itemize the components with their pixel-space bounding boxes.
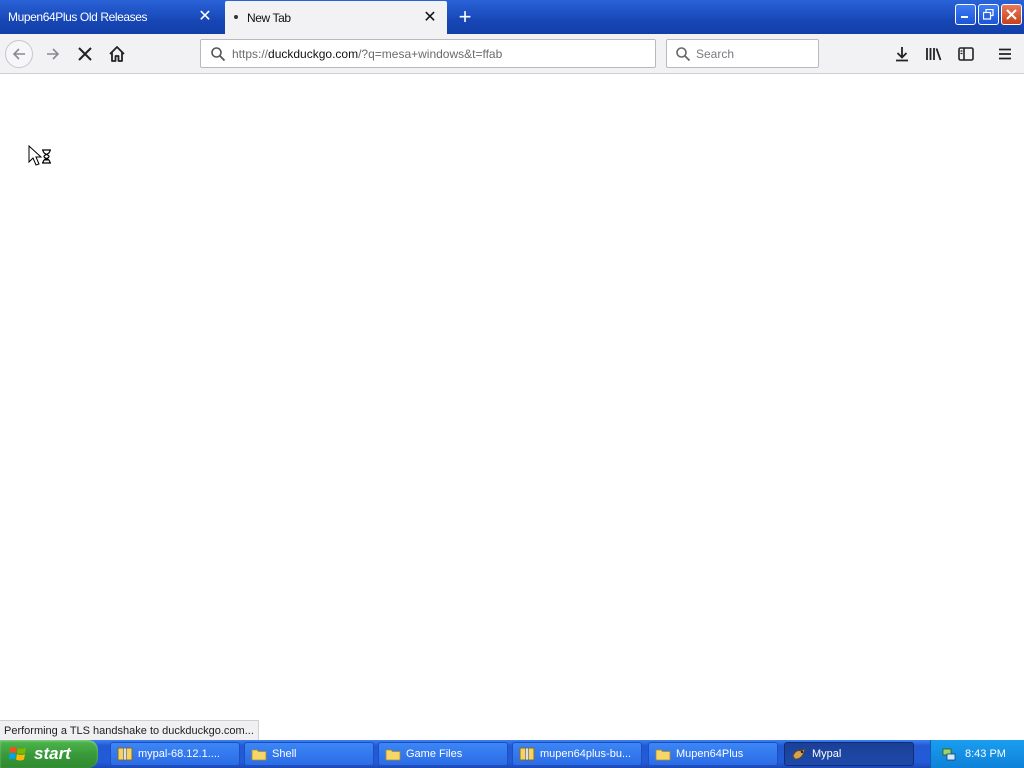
archive-icon (519, 747, 535, 761)
download-icon (896, 47, 908, 62)
close-window-button[interactable] (1001, 4, 1022, 25)
back-button[interactable] (5, 40, 33, 68)
close-tab-icon[interactable]: ✕ (419, 7, 441, 29)
arrow-right-icon (47, 48, 60, 60)
url-text[interactable]: https://duckduckgo.com/?q=mesa+windows&t… (232, 47, 502, 61)
url-path: /?q=mesa+windows&t=ffab (358, 46, 503, 61)
close-icon (1006, 9, 1017, 20)
taskbar-item-mypal-archive[interactable]: mypal-68.12.1.... (110, 742, 240, 766)
tab-mupen64plus-old-releases[interactable]: Mupen64Plus Old Releases ✕ (0, 2, 222, 32)
taskbar-item-label: Shell (272, 748, 297, 760)
system-tray: 8:43 PM (930, 740, 1024, 768)
search-icon (204, 40, 232, 68)
new-tab-button[interactable]: + (452, 4, 478, 30)
home-icon (109, 46, 125, 62)
minimize-button[interactable] (955, 4, 976, 25)
network-icon[interactable] (941, 746, 957, 762)
sidebar-toggle-button[interactable] (952, 40, 980, 68)
tab-strip: Mupen64Plus Old Releases ✕ New Tab ✕ + (0, 0, 1024, 34)
mypal-icon (792, 748, 806, 760)
arrow-left-icon (12, 48, 25, 60)
loading-dot-icon (234, 15, 238, 19)
folder-icon (385, 749, 401, 761)
restore-icon (983, 9, 994, 20)
taskbar-item-game-files[interactable]: Game Files (378, 742, 508, 766)
search-icon (670, 40, 696, 68)
taskbar-item-mupen64plus-archive[interactable]: mupen64plus-bu... (512, 742, 642, 766)
sidebar-icon (958, 47, 974, 61)
url-scheme: https:// (232, 46, 269, 61)
hamburger-menu-icon (999, 48, 1011, 60)
folder-icon (655, 749, 671, 761)
url-host: duckduckgo.com (268, 46, 359, 61)
busy-cursor-icon (28, 145, 51, 166)
start-label: start (34, 744, 71, 763)
library-button[interactable] (920, 40, 948, 68)
home-button[interactable] (103, 40, 131, 68)
archive-icon (117, 747, 133, 761)
address-bar[interactable]: https://duckduckgo.com/?q=mesa+windows&t… (200, 39, 656, 68)
downloads-button[interactable] (888, 40, 916, 68)
restore-button[interactable] (978, 4, 999, 25)
taskbar-item-mupen64plus-folder[interactable]: Mupen64Plus (648, 742, 778, 766)
main-menu-button[interactable] (991, 40, 1019, 68)
taskbar-item-label: mypal-68.12.1.... (138, 748, 220, 760)
forward-button[interactable] (39, 40, 67, 68)
tab-label: Mupen64Plus Old Releases (8, 10, 148, 24)
windows-logo-icon (9, 747, 26, 761)
close-tab-icon[interactable]: ✕ (194, 6, 216, 28)
taskbar-item-label: Mypal (812, 748, 842, 760)
taskbar-item-label: Mupen64Plus (676, 748, 744, 760)
stop-icon (78, 47, 92, 61)
taskbar-item-shell[interactable]: Shell (244, 742, 374, 766)
minimize-icon (961, 16, 968, 18)
navigation-toolbar: https://duckduckgo.com/?q=mesa+windows&t… (0, 34, 1024, 74)
search-bar[interactable] (666, 39, 819, 68)
search-input[interactable] (696, 46, 811, 61)
page-content (0, 74, 1024, 740)
taskbar-item-label: mupen64plus-bu... (540, 748, 632, 760)
stop-button[interactable] (71, 40, 99, 68)
clock[interactable]: 8:43 PM (965, 748, 1006, 760)
tab-label: New Tab (247, 10, 291, 25)
start-button[interactable]: start (0, 740, 98, 768)
status-bar: Performing a TLS handshake to duckduckgo… (0, 720, 259, 740)
tab-new-tab[interactable]: New Tab ✕ (225, 1, 447, 34)
taskbar: start mypal-68.12.1.... Shell Game Files… (0, 740, 1024, 768)
folder-icon (251, 749, 267, 761)
taskbar-item-mypal[interactable]: Mypal (784, 742, 914, 766)
library-icon (926, 48, 942, 61)
taskbar-item-label: Game Files (406, 748, 463, 760)
